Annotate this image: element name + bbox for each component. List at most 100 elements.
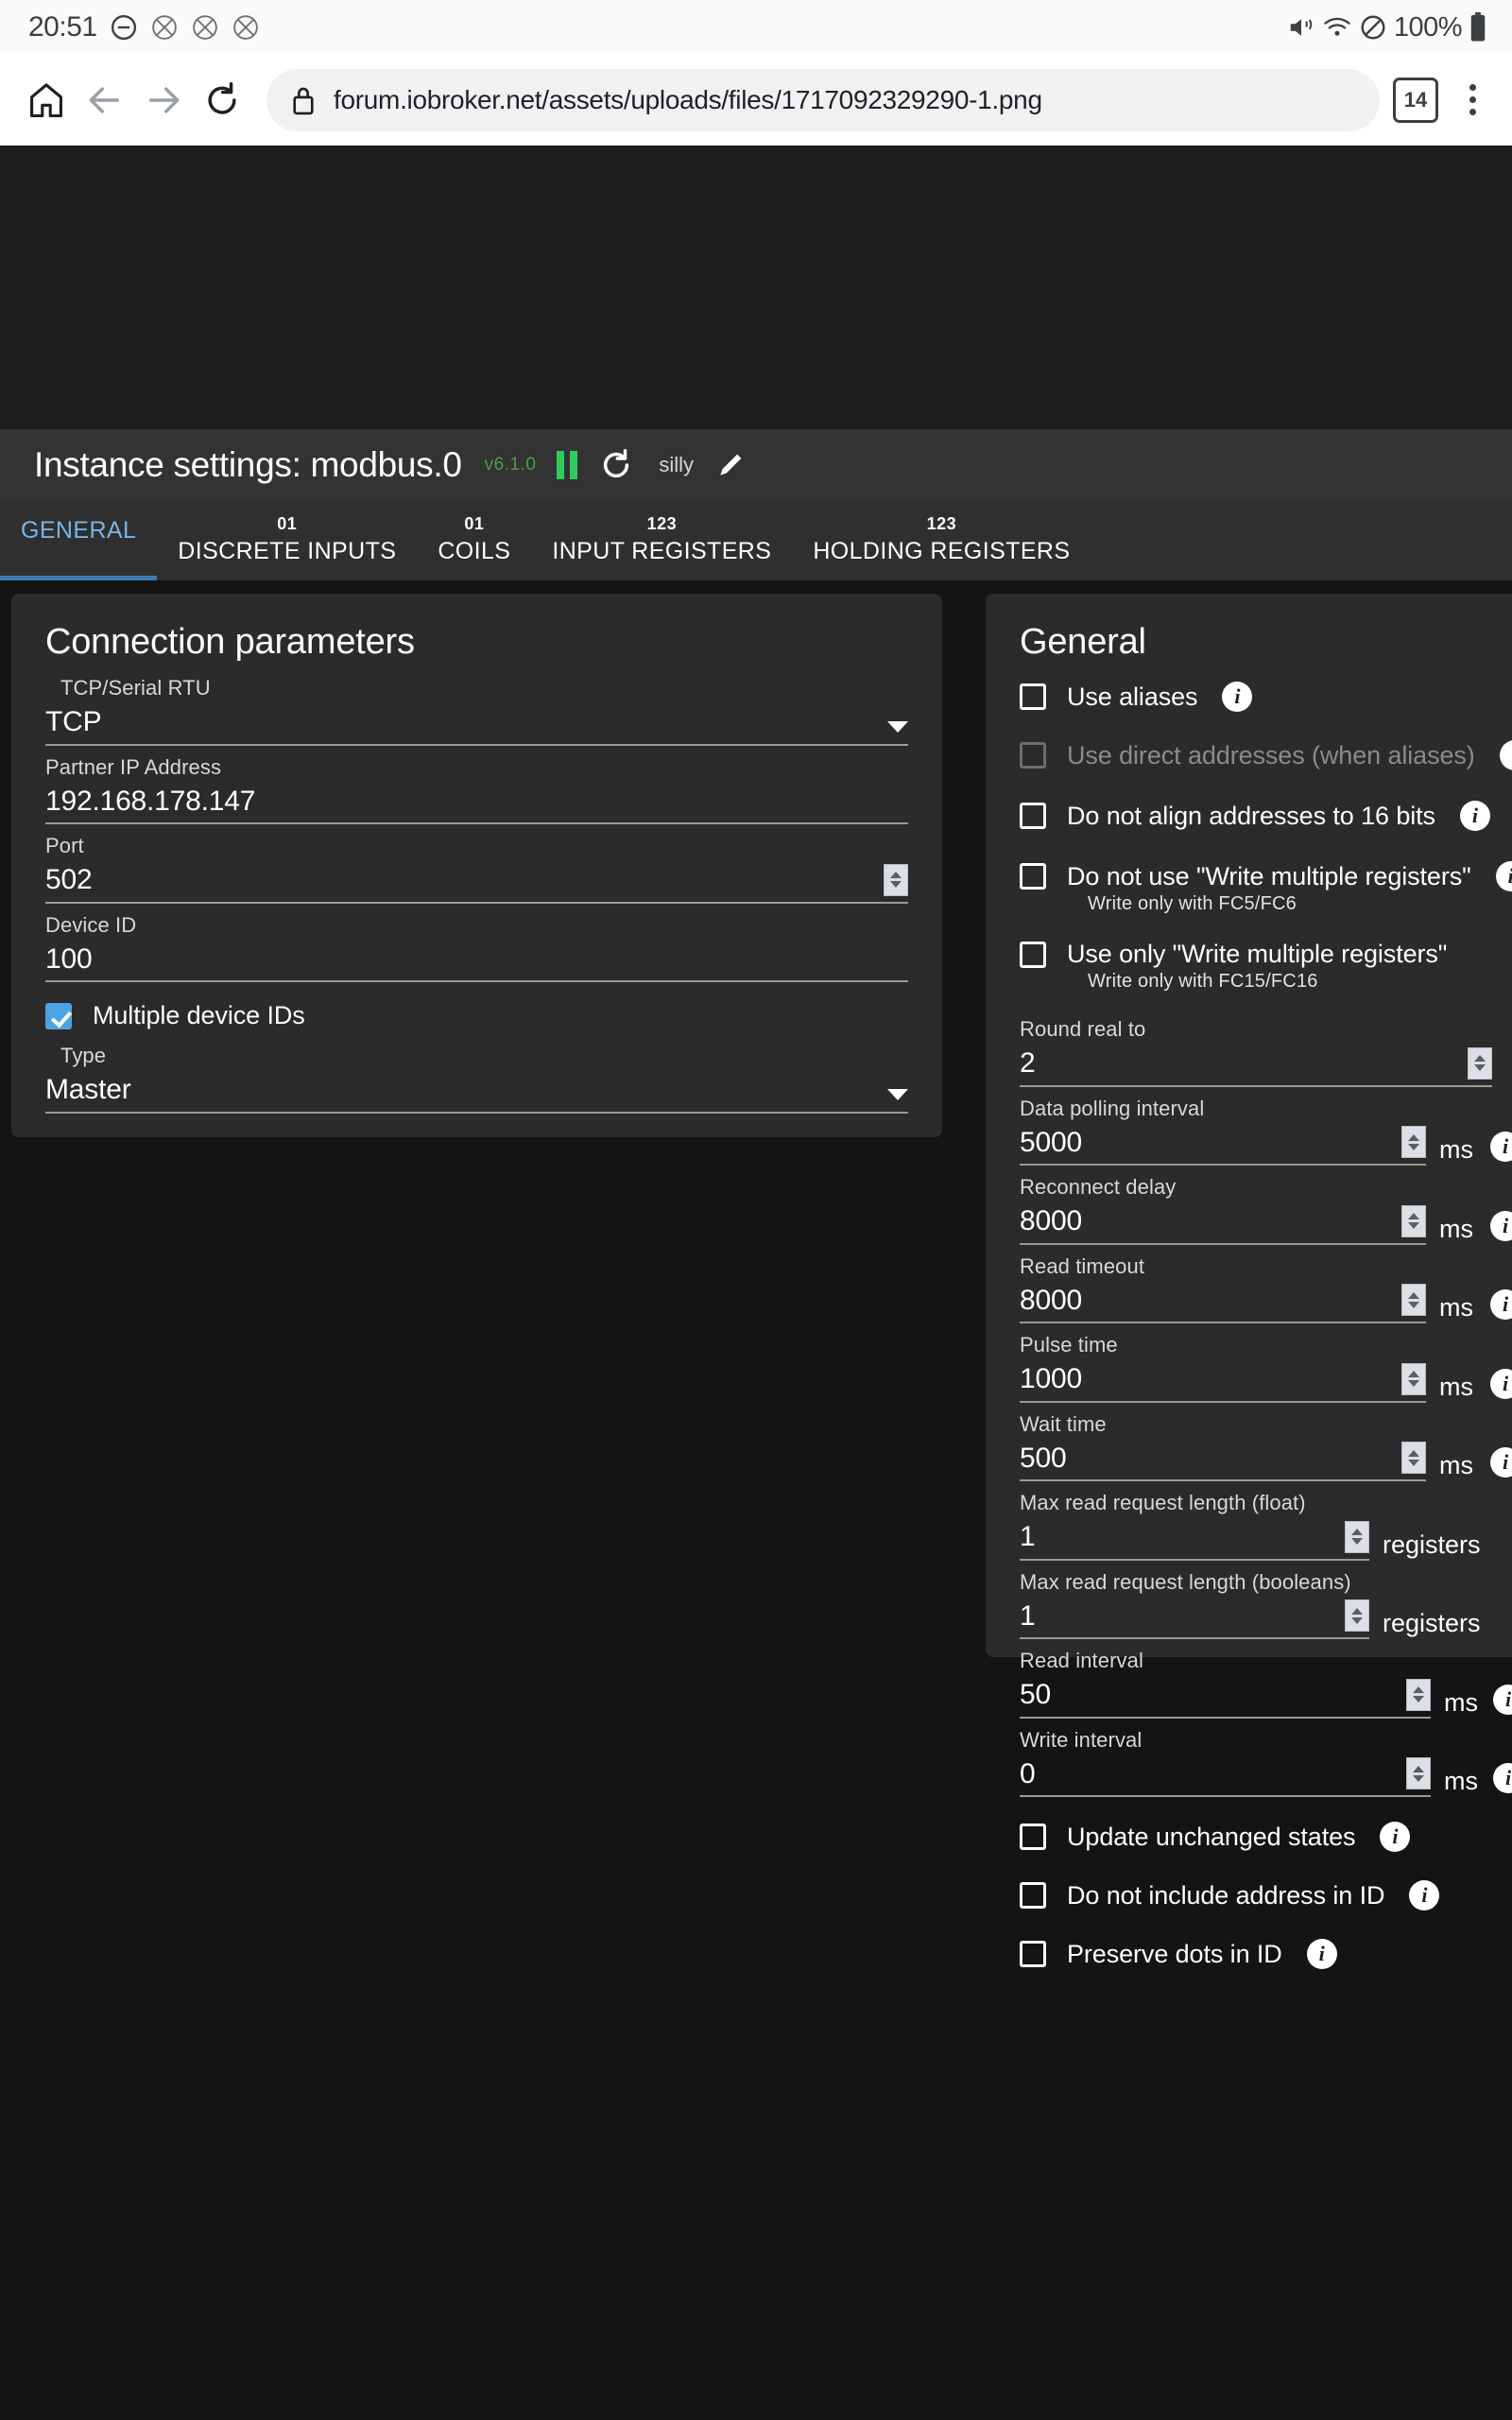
address-bar[interactable]: forum.iobroker.net/assets/uploads/files/… [266,68,1380,131]
wait-time-field[interactable]: Wait time 500 ms i [1020,1412,1512,1481]
tab-general[interactable]: GENERAL [0,501,158,580]
device-id-input[interactable]: 100 [45,942,908,982]
preserve-dots-checkbox[interactable] [1020,1941,1046,1967]
multiple-device-ids-row[interactable]: Multiple device IDs [45,1001,908,1030]
tab-input-registers[interactable]: 123 INPUT REGISTERS [531,501,792,580]
info-icon[interactable]: i [1222,682,1253,712]
no-align-16-row[interactable]: Do not align addresses to 16 bits i [1020,801,1512,831]
max-read-float-input[interactable]: 1 [1020,1519,1369,1561]
restart-button[interactable] [598,447,634,483]
partner-ip-field[interactable]: Partner IP Address 192.168.178.147 [45,755,908,824]
port-stepper[interactable] [884,863,908,896]
home-button[interactable] [17,71,76,130]
tab-coils[interactable]: 01 COILS [417,501,531,580]
no-address-in-id-checkbox[interactable] [1020,1882,1046,1909]
stepper-down-icon [1351,1616,1363,1624]
no-address-in-id-row[interactable]: Do not include address in ID i [1020,1880,1512,1910]
blocked-circle-icon [150,13,179,42]
write-interval-value: 0 [1020,1757,1036,1789]
read-interval-input[interactable]: 50 [1020,1677,1431,1719]
port-input[interactable]: 502 [45,862,908,904]
read-interval-stepper[interactable] [1406,1678,1431,1711]
data-polling-interval-input[interactable]: 5000 [1020,1125,1426,1166]
device-id-value: 100 [45,942,93,975]
info-icon[interactable]: i [1493,1763,1512,1793]
no-write-multiple-row[interactable]: Do not use "Write multiple registers" i [1020,861,1512,891]
write-interval-stepper[interactable] [1406,1757,1431,1789]
info-icon[interactable]: i [1490,1368,1512,1399]
pulse-time-field[interactable]: Pulse time 1000 ms i [1020,1333,1512,1403]
data-polling-interval-stepper[interactable] [1401,1126,1426,1158]
home-icon [26,79,67,121]
use-aliases-row[interactable]: Use aliases i [1020,682,1512,712]
max-read-bool-input[interactable]: 1 [1020,1599,1369,1639]
info-icon[interactable]: i [1409,1880,1440,1910]
edit-button[interactable] [714,449,747,481]
round-real-to-stepper[interactable] [1468,1046,1492,1080]
read-timeout-input[interactable]: 8000 [1020,1283,1426,1323]
pulse-time-input[interactable]: 1000 [1020,1361,1426,1403]
data-polling-interval-unit: ms [1439,1135,1473,1164]
info-icon[interactable]: i [1490,1210,1512,1241]
multiple-device-ids-checkbox[interactable] [45,1002,72,1029]
only-write-multiple-row[interactable]: Use only "Write multiple registers" [1020,940,1512,969]
port-value: 502 [45,864,93,895]
info-icon[interactable]: i [1495,861,1512,891]
port-field[interactable]: Port 502 [45,834,908,904]
type-select[interactable]: Master [45,1072,908,1114]
max-read-bool-field[interactable]: Max read request length (booleans) 1 reg… [1020,1570,1512,1639]
info-icon[interactable]: i [1459,801,1490,831]
type-field[interactable]: Type Master [45,1044,908,1114]
info-icon[interactable]: i [1493,1684,1512,1715]
wait-time-input[interactable]: 500 [1020,1441,1426,1481]
reload-button[interactable] [193,71,251,130]
page-title: Instance settings: modbus.0 [34,445,462,484]
data-polling-interval-field[interactable]: Data polling interval 5000 ms i [1020,1097,1512,1166]
log-level-label[interactable]: silly [659,453,694,477]
preserve-dots-row[interactable]: Preserve dots in ID i [1020,1939,1512,1969]
round-real-to-field[interactable]: Round real to 2 [1020,1017,1512,1087]
info-icon[interactable]: i [1380,1822,1411,1852]
tab-count-button[interactable]: 14 [1393,77,1438,123]
only-write-multiple-checkbox[interactable] [1020,941,1046,968]
forward-button[interactable] [134,71,193,130]
info-icon[interactable]: i [1490,1132,1512,1162]
pulse-time-stepper[interactable] [1401,1362,1426,1395]
use-aliases-checkbox[interactable] [1020,683,1046,710]
back-button[interactable] [76,71,134,130]
update-unchanged-checkbox[interactable] [1020,1824,1046,1850]
max-read-float-field[interactable]: Max read request length (float) 1 regist… [1020,1491,1512,1561]
info-icon[interactable]: i [1490,1447,1512,1478]
write-interval-field[interactable]: Write interval 0 ms i [1020,1728,1512,1797]
device-id-field[interactable]: Device ID 100 [45,913,908,982]
protocol-select[interactable]: TCP [45,704,908,746]
max-read-float-stepper[interactable] [1345,1520,1369,1553]
tab-holding-registers[interactable]: 123 HOLDING REGISTERS [792,501,1091,580]
tab-discrete-inputs[interactable]: 01 DISCRETE INPUTS [157,501,417,580]
max-read-bool-stepper[interactable] [1345,1599,1369,1632]
reconnect-delay-input[interactable]: 8000 [1020,1203,1426,1245]
pause-button[interactable] [557,451,578,479]
info-icon[interactable]: i [1306,1939,1337,1969]
read-interval-field[interactable]: Read interval 50 ms i [1020,1649,1512,1719]
reconnect-delay-stepper[interactable] [1401,1204,1426,1237]
no-write-multiple-checkbox[interactable] [1020,863,1046,890]
protocol-value: TCP [45,706,102,737]
update-unchanged-row[interactable]: Update unchanged states i [1020,1822,1512,1852]
info-icon[interactable]: i [1490,1289,1512,1320]
protocol-field[interactable]: TCP/Serial RTU TCP [45,676,908,746]
reconnect-delay-label: Reconnect delay [1020,1175,1177,1199]
read-timeout-stepper[interactable] [1401,1284,1426,1316]
partner-ip-input[interactable]: 192.168.178.147 [45,784,908,824]
browser-menu-button[interactable] [1453,84,1491,115]
info-icon[interactable]: i [1499,740,1512,770]
reconnect-delay-field[interactable]: Reconnect delay 8000 ms i [1020,1175,1512,1245]
write-interval-input[interactable]: 0 [1020,1756,1431,1797]
round-real-to-input[interactable]: 2 [1020,1046,1492,1087]
wait-time-stepper[interactable] [1401,1442,1426,1474]
read-timeout-field[interactable]: Read timeout 8000 ms i [1020,1254,1512,1323]
stepper-down-icon [1408,1222,1419,1229]
multiple-device-ids-label: Multiple device IDs [93,1001,305,1029]
no-align-16-checkbox[interactable] [1020,803,1046,829]
back-arrow-icon [84,79,126,121]
